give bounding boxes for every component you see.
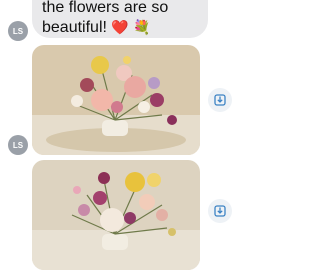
avatar-initials: LS xyxy=(12,140,24,150)
flower-arrangement-image-1 xyxy=(32,45,200,155)
flower-arrangement-image-2 xyxy=(32,160,200,270)
save-download-icon xyxy=(214,205,226,217)
message-text-line2: beautiful! ❤️ 💐 xyxy=(42,18,192,38)
message-text-line2-words: beautiful! xyxy=(42,19,107,36)
message-photo-2[interactable] xyxy=(32,160,200,270)
message-emoji: ❤️ 💐 xyxy=(111,20,151,36)
message-text-line1: the flowers are so xyxy=(42,0,169,16)
sender-avatar[interactable]: LS xyxy=(8,135,28,155)
message-photo-1[interactable] xyxy=(32,45,200,155)
save-photo-1-button[interactable] xyxy=(208,88,232,112)
sender-avatar[interactable]: LS xyxy=(8,21,28,41)
save-download-icon xyxy=(214,94,226,106)
save-photo-2-button[interactable] xyxy=(208,199,232,223)
message-bubble-text[interactable]: the flowers are so beautiful! ❤️ 💐 xyxy=(32,0,208,38)
avatar-initials: LS xyxy=(12,26,24,36)
